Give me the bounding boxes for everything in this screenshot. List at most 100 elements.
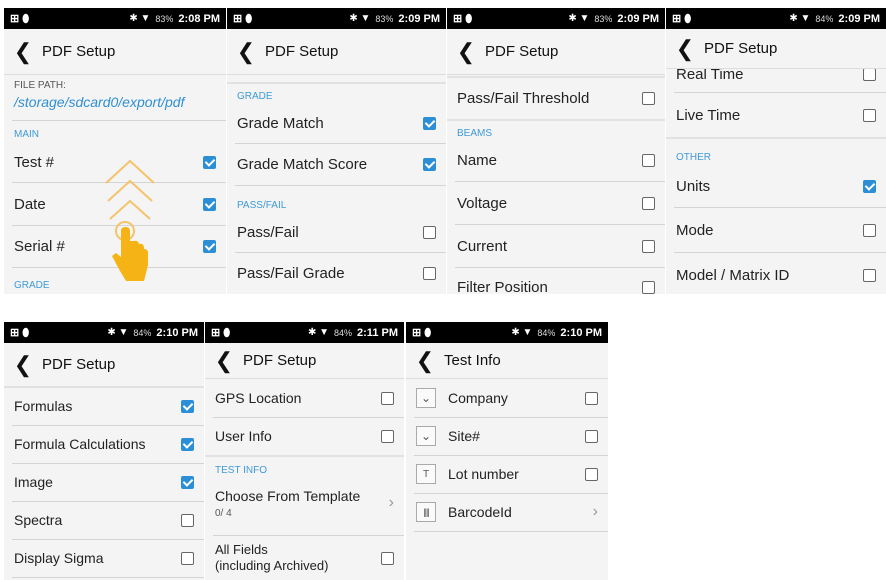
- checkbox[interactable]: [423, 157, 436, 171]
- list-item-all-fields[interactable]: All Fields (including Archived): [205, 538, 404, 578]
- list-item-spectra[interactable]: Spectra: [4, 502, 204, 538]
- list-item-voltage[interactable]: Voltage: [447, 183, 665, 223]
- checkbox[interactable]: [381, 429, 394, 443]
- notification-icons: ⊞ ⬮: [211, 326, 231, 339]
- checkbox[interactable]: [863, 223, 876, 237]
- checkbox[interactable]: [642, 280, 655, 294]
- list-item-grade-match[interactable]: Grade Match: [227, 104, 446, 142]
- list-item-filter-position[interactable]: Filter Position: [447, 270, 665, 294]
- item-label: All Fields (including Archived): [215, 542, 329, 573]
- checkbox[interactable]: [642, 239, 655, 253]
- list-item-image[interactable]: Image: [4, 464, 204, 500]
- divider: [12, 120, 226, 121]
- app-header: ❮ PDF Setup: [447, 29, 665, 75]
- bluetooth-wifi-icons: ✱ ▼: [107, 327, 129, 338]
- swipe-up-hand-icon: [105, 159, 155, 281]
- checkbox[interactable]: [181, 399, 194, 413]
- checkbox[interactable]: [585, 429, 598, 443]
- clock: 2:11 PM: [357, 326, 398, 339]
- chevron-left-icon[interactable]: ❮: [12, 40, 34, 63]
- divider: [12, 577, 204, 578]
- checkbox[interactable]: [585, 467, 598, 481]
- item-label: Site#: [448, 428, 480, 444]
- chevron-left-icon[interactable]: ❮: [674, 37, 696, 60]
- item-label: User Info: [215, 428, 272, 444]
- list-item-site[interactable]: ⌄ Site#: [406, 418, 608, 454]
- chevron-left-icon[interactable]: ❮: [12, 353, 34, 376]
- checkbox[interactable]: [423, 116, 436, 130]
- item-label: GPS Location: [215, 390, 302, 406]
- file-path-label: FILE PATH:: [14, 80, 66, 91]
- battery-level: 84%: [537, 327, 556, 338]
- list-item-user-info[interactable]: User Info: [205, 418, 404, 454]
- file-path-value[interactable]: /storage/sdcard0/export/pdf: [14, 94, 184, 110]
- checkbox[interactable]: [863, 179, 876, 193]
- barcode-icon: ||||: [416, 502, 436, 522]
- list-item-pass-fail[interactable]: Pass/Fail: [227, 213, 446, 251]
- checkbox[interactable]: [203, 239, 216, 253]
- checkbox[interactable]: [381, 551, 394, 565]
- checkbox[interactable]: [642, 91, 655, 105]
- item-label: Pass/Fail Threshold: [457, 89, 590, 107]
- list-item-mode[interactable]: Mode: [666, 209, 886, 251]
- item-label: Grade Match Score: [237, 155, 368, 173]
- notification-icons: ⊞ ⬮: [453, 12, 473, 25]
- list-item-choose-from-template[interactable]: Choose From Template 0/ 4 ›: [205, 478, 404, 528]
- list-item-live-time[interactable]: Live Time: [666, 94, 886, 136]
- list-item-display-sigma[interactable]: Display Sigma: [4, 540, 204, 576]
- checkbox[interactable]: [642, 153, 655, 167]
- item-label: Company: [448, 390, 508, 406]
- checkbox[interactable]: [181, 437, 194, 451]
- checkbox[interactable]: [203, 197, 216, 211]
- list-item-pass-fail-threshold[interactable]: Pass/Fail Threshold: [447, 78, 665, 118]
- list-item-formulas[interactable]: Formulas: [4, 388, 204, 424]
- divider: [455, 181, 665, 182]
- list-item-gps-location[interactable]: GPS Location: [205, 380, 404, 416]
- battery-level: 84%: [133, 327, 152, 338]
- checkbox[interactable]: [863, 67, 876, 81]
- chevron-left-icon[interactable]: ❮: [414, 349, 436, 372]
- item-label: Live Time: [676, 106, 741, 124]
- checkbox[interactable]: [423, 266, 436, 280]
- screen-pdf-setup-2: ⊞ ⬮ ✱ ▼ 83% 2:09 PM ❮ PDF Setup GRADE Grad…: [227, 8, 446, 294]
- screen-test-info: ⊞ ⬮ ✱ ▼ 84% 2:10 PM ❮ Test Info ⌄ Company …: [406, 322, 608, 580]
- checkbox[interactable]: [203, 155, 216, 169]
- divider: [455, 267, 665, 268]
- screen-pdf-setup-1: ⊞ ⬮ ✱ ▼ 83% 2:08 PM ❮ PDF Setup FILE PATH:…: [4, 8, 226, 294]
- list-item-lot-number[interactable]: T Lot number: [406, 456, 608, 492]
- chevron-left-icon[interactable]: ❮: [213, 349, 235, 372]
- battery-level: 84%: [815, 13, 834, 24]
- section-header-grade: GRADE: [237, 91, 273, 102]
- battery-level: 83%: [594, 13, 613, 24]
- list-item-name[interactable]: Name: [447, 141, 665, 179]
- battery-level: 83%: [375, 13, 394, 24]
- checkbox[interactable]: [181, 475, 194, 489]
- checkbox[interactable]: [863, 108, 876, 122]
- checkbox[interactable]: [863, 268, 876, 282]
- list-item-grade-match-score[interactable]: Grade Match Score: [227, 145, 446, 183]
- chevron-left-icon[interactable]: ❮: [455, 40, 477, 63]
- list-item-current[interactable]: Current: [447, 226, 665, 266]
- notification-icons: ⊞ ⬮: [10, 12, 30, 25]
- checkbox[interactable]: [181, 551, 194, 565]
- list-item-barcode-id[interactable]: |||| BarcodeId ›: [406, 494, 608, 530]
- checkbox[interactable]: [381, 391, 394, 405]
- list-item-company[interactable]: ⌄ Company: [406, 380, 608, 416]
- list-item-formula-calculations[interactable]: Formula Calculations: [4, 426, 204, 462]
- divider: [213, 535, 404, 536]
- chevron-left-icon[interactable]: ❮: [235, 40, 257, 63]
- section-header-main: MAIN: [14, 129, 39, 140]
- checkbox[interactable]: [423, 225, 436, 239]
- list-item-model-matrix-id[interactable]: Model / Matrix ID: [666, 254, 886, 294]
- item-label: Mode: [676, 221, 714, 239]
- bluetooth-wifi-icons: ✱ ▼: [789, 13, 811, 24]
- list-item-units[interactable]: Units: [666, 166, 886, 206]
- checkbox[interactable]: [181, 513, 194, 527]
- clock: 2:10 PM: [560, 326, 602, 339]
- list-item-pass-fail-grade[interactable]: Pass/Fail Grade: [227, 254, 446, 292]
- checkbox[interactable]: [642, 196, 655, 210]
- clock: 2:08 PM: [178, 12, 220, 25]
- checkbox[interactable]: [585, 391, 598, 405]
- section-header-pass-fail: PASS/FAIL: [237, 200, 287, 211]
- divider: [447, 119, 665, 121]
